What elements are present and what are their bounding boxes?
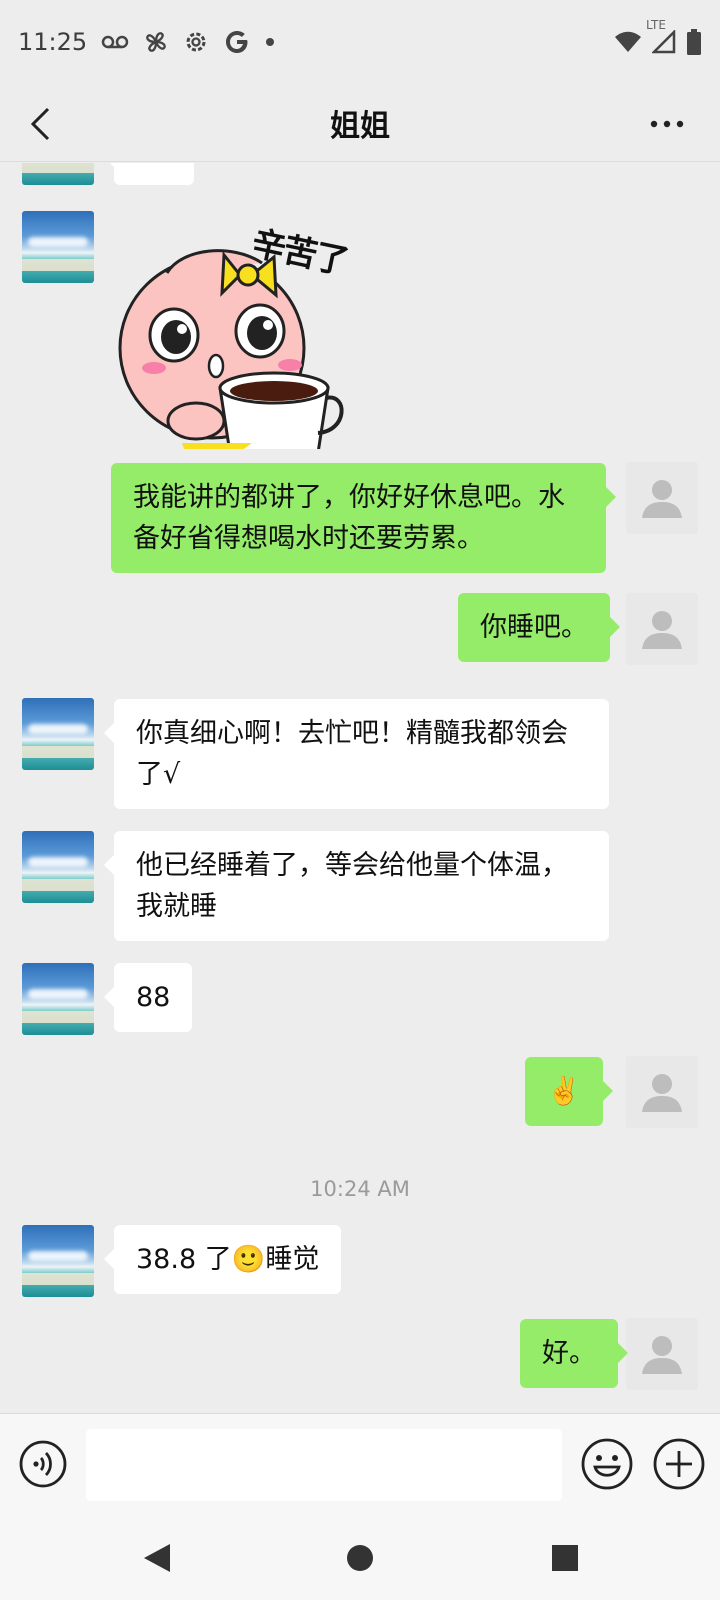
contact-avatar[interactable]	[22, 163, 94, 185]
wifi-icon	[614, 30, 642, 54]
more-options-button[interactable]	[640, 104, 694, 144]
fan-icon	[143, 29, 169, 55]
user-silhouette-icon	[642, 1074, 682, 1112]
user-silhouette-icon	[642, 611, 682, 649]
network-type-label: LTE	[646, 18, 666, 32]
status-bar: 11:25 LTE	[0, 0, 720, 84]
emoji-button[interactable]	[580, 1437, 634, 1491]
contact-avatar[interactable]	[22, 831, 94, 903]
message-bubble-in[interactable]: 你真细心啊！去忙吧！精髓我都领会了√	[104, 699, 609, 809]
nav-home-button[interactable]	[340, 1538, 380, 1578]
self-avatar[interactable]	[626, 462, 698, 534]
message-text-input[interactable]	[86, 1429, 562, 1501]
status-time: 11:25	[18, 28, 88, 56]
message-bubble-in[interactable]: 88	[103, 963, 193, 1032]
smiley-icon	[581, 1438, 633, 1490]
more-dots-icon	[650, 120, 684, 128]
chat-message-list[interactable]: 辛苦了 我能讲的都讲了，你好好休息吧。水备好省得想喝水时还要劳累。 你睡吧。 你…	[0, 163, 720, 1413]
message-bubble-out[interactable]: 好。	[520, 1319, 628, 1388]
contact-avatar[interactable]	[22, 698, 94, 770]
plus-icon	[653, 1438, 705, 1490]
message-bubble-in[interactable]: 他已经睡着了，等会给他量个体温，我就睡	[104, 831, 609, 941]
self-avatar[interactable]	[626, 1056, 698, 1128]
battery-icon	[686, 28, 702, 56]
contact-avatar[interactable]	[22, 963, 94, 1035]
nav-back-button[interactable]	[138, 1538, 178, 1578]
page-title: 姐姐	[330, 108, 390, 144]
voice-input-button[interactable]	[18, 1439, 68, 1489]
message-bubble-out[interactable]: 我能讲的都讲了，你好好休息吧。水备好省得想喝水时还要劳累。	[111, 463, 616, 573]
user-silhouette-icon	[642, 480, 682, 518]
voicemail-icon	[101, 34, 129, 50]
message-sticker-partial[interactable]	[104, 163, 194, 185]
square-recents-icon	[552, 1545, 578, 1571]
user-silhouette-icon	[642, 1336, 682, 1374]
google-icon	[223, 28, 251, 56]
voice-icon	[19, 1440, 67, 1488]
self-avatar[interactable]	[626, 593, 698, 665]
circle-home-icon	[347, 1545, 373, 1571]
more-actions-button[interactable]	[652, 1437, 706, 1491]
self-avatar[interactable]	[626, 1318, 698, 1390]
triangle-back-icon	[144, 1544, 170, 1572]
nav-recents-button[interactable]	[545, 1538, 585, 1578]
settings-icon	[183, 29, 209, 55]
contact-avatar[interactable]	[22, 1225, 94, 1297]
signal-icon: LTE	[646, 18, 676, 54]
message-input-bar	[0, 1413, 720, 1516]
message-timestamp: 10:24 AM	[310, 1177, 410, 1201]
dot-icon	[265, 37, 275, 47]
back-button[interactable]	[20, 102, 60, 146]
contact-avatar[interactable]	[22, 211, 94, 283]
chat-header: 姐姐	[0, 84, 720, 162]
system-navigation-bar	[0, 1516, 720, 1600]
message-sticker[interactable]: 辛苦了	[112, 213, 362, 455]
chevron-left-icon	[30, 107, 50, 141]
message-bubble-out[interactable]: 你睡吧。	[458, 593, 620, 662]
message-bubble-in[interactable]: 38.8 了🙂睡觉	[103, 1225, 342, 1294]
message-bubble-out[interactable]: ✌️	[525, 1057, 613, 1126]
